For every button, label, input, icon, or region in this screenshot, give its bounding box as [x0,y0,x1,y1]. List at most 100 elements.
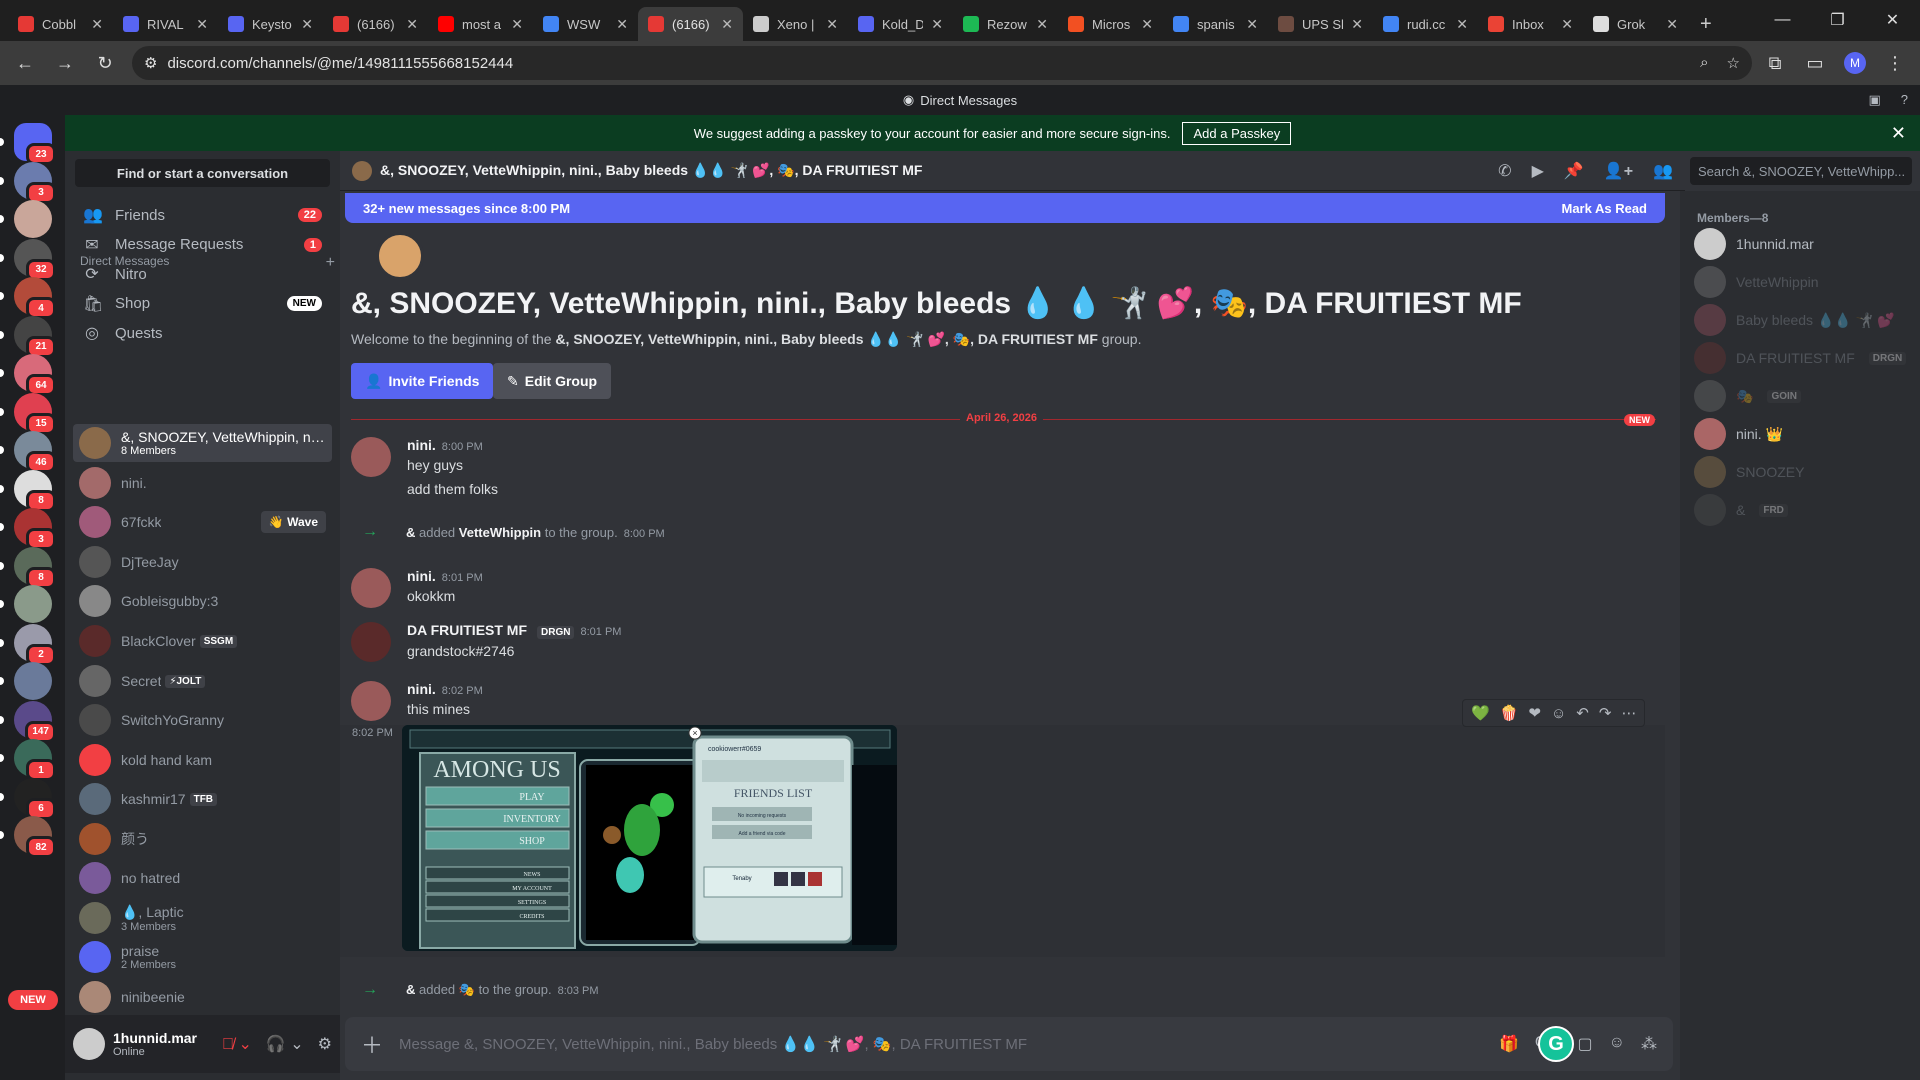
sidebar-item-message-requests[interactable]: ✉ Message Requests 1 [73,231,332,259]
message-author[interactable]: nini. [407,568,436,584]
server-icon[interactable]: 21 [14,315,56,358]
server-icon[interactable]: 3 [14,508,56,550]
browser-tab[interactable]: UPS Sl ✕ [1268,7,1373,41]
add-reaction-icon[interactable]: ☺ [1551,705,1566,722]
tab-close-icon[interactable]: ✕ [1666,16,1678,33]
close-window-icon[interactable]: ✕ [1865,0,1920,40]
dm-item[interactable]: SwitchYoGranny [73,701,332,739]
member-item[interactable]: 1hunnid.mar [1694,228,1814,260]
bookmark-star-icon[interactable]: ☆ [1727,54,1740,72]
close-banner-icon[interactable]: ✕ [1891,123,1906,144]
zoom-icon[interactable]: ⌕ [1700,54,1708,72]
message-input[interactable]: Message &, SNOOZEY, VetteWhippin, nini.,… [399,1035,1027,1053]
find-conversation-button[interactable]: Find or start a conversation [75,159,330,187]
user-name[interactable]: 1hunnid.mar [113,1030,197,1046]
edit-group-button[interactable]: ✎ Edit Group [493,363,612,399]
more-options-icon[interactable]: ⋯ [1621,704,1636,722]
message-author[interactable]: nini. [407,437,436,453]
dm-item[interactable]: no hatred [73,859,332,897]
system-actor[interactable]: & [406,525,415,540]
voice-call-icon[interactable]: ✆ [1498,161,1511,181]
server-icon[interactable]: 64 [14,354,56,396]
add-friends-icon[interactable]: 👤+ [1604,161,1633,181]
invite-friends-button[interactable]: 👤 Invite Friends [351,363,494,399]
system-target[interactable]: 🎭 [459,982,475,997]
address-bar[interactable]: ⚙ discord.com/channels/@me/1498111555668… [132,46,1752,80]
dm-item[interactable]: &, SNOOZEY, VetteWhippin, nini... 8 Membe… [73,424,332,462]
search-input[interactable]: Search &, SNOOZEY, VetteWhipp... [1690,157,1912,185]
server-icon[interactable]: 15 [14,392,56,435]
server-icon[interactable]: 46 [14,431,56,473]
tab-close-icon[interactable]: ✕ [1036,16,1048,33]
wave-button[interactable]: 👋 Wave [260,511,326,533]
browser-tab[interactable]: Micros ✕ [1058,7,1163,41]
tab-close-icon[interactable]: ✕ [1561,16,1573,33]
tab-close-icon[interactable]: ✕ [826,16,838,33]
menu-dots-icon[interactable]: ⋮ [1878,46,1912,80]
dm-item[interactable]: 67fckk 👋 Wave [73,503,332,541]
tab-close-icon[interactable]: ✕ [1246,16,1258,33]
browser-tab[interactable]: spanis ✕ [1163,7,1268,41]
add-passkey-button[interactable]: Add a Passkey [1182,121,1292,145]
server-icon[interactable]: 8 [14,546,56,589]
member-item[interactable]: SNOOZEY [1694,456,1804,488]
browser-tab[interactable]: Kold_D ✕ [848,7,953,41]
back-icon[interactable]: ← [8,46,42,80]
server-icon[interactable]: 82 [14,816,56,858]
gift-icon[interactable]: 🎁 [1499,1034,1519,1054]
member-item[interactable]: 🎭 GOIN [1694,380,1801,412]
server-icon[interactable] [14,662,52,700]
dm-item[interactable]: praise 2 Members [73,938,332,976]
extensions-icon[interactable]: ⧉ [1758,46,1792,80]
server-icon[interactable]: 32 [14,238,56,281]
dm-item[interactable]: Secret ⚡JOLT [73,662,332,700]
browser-tab[interactable]: (6166) ✕ [638,7,743,41]
tab-close-icon[interactable]: ✕ [301,16,313,33]
popcorn-reaction-icon[interactable]: 🍿 [1500,704,1519,722]
dm-item[interactable]: ninibeenie [73,978,332,1016]
server-icon[interactable]: 23 [14,123,56,165]
dm-item[interactable]: kashmir17 TFB [73,780,332,818]
dm-item[interactable]: DjTeeJay [73,543,332,581]
add-attachment-icon[interactable]: ＋ [361,1028,383,1060]
server-icon[interactable]: 3 [14,161,56,204]
tab-close-icon[interactable]: ✕ [1456,16,1468,33]
sidebar-item-friends[interactable]: 👥 Friends 22 [73,201,332,229]
restore-icon[interactable]: ❐ [1810,0,1865,40]
help-icon[interactable]: ? [1901,92,1908,108]
video-call-icon[interactable]: ▶ [1532,161,1544,181]
tab-close-icon[interactable]: ✕ [91,16,103,33]
message-author[interactable]: DA FRUITIEST MF [407,622,527,638]
member-item[interactable]: VetteWhippin [1694,266,1819,298]
browser-tab[interactable]: Xeno | ✕ [743,7,848,41]
mic-muted-icon[interactable]: 🎙̸ ⌄ [222,1034,252,1054]
server-icon[interactable] [14,200,52,238]
inbox-icon[interactable]: ▣ [1868,92,1880,108]
sidebar-item-quests[interactable]: ◎ Quests [73,319,332,347]
message-author[interactable]: nini. [407,681,436,697]
tab-close-icon[interactable]: ✕ [721,16,733,33]
server-icon[interactable]: 8 [14,469,56,512]
minimize-icon[interactable]: — [1755,0,1810,40]
dm-item[interactable]: BlackClover SSGM [73,622,332,660]
author-avatar[interactable] [351,622,391,662]
browser-tab[interactable]: Inbox ✕ [1478,7,1583,41]
browser-tab[interactable]: rudi.cc ✕ [1373,7,1478,41]
member-item[interactable]: & FRD [1694,494,1788,526]
browser-tab[interactable]: RIVAL ✕ [113,7,218,41]
green-heart-reaction-icon[interactable]: 💚 [1471,704,1490,722]
author-avatar[interactable] [351,568,391,608]
browser-tab[interactable]: Rezow ✕ [953,7,1058,41]
tab-close-icon[interactable]: ✕ [406,16,418,33]
reply-icon[interactable]: ↶ [1576,704,1589,722]
tab-close-icon[interactable]: ✕ [931,16,943,33]
browser-tab[interactable]: WSW ✕ [533,7,638,41]
message-composer[interactable]: ＋ Message &, SNOOZEY, VetteWhippin, nini… [345,1017,1673,1071]
system-target[interactable]: VetteWhippin [459,525,541,540]
browser-tab[interactable]: (6166) ✕ [323,7,428,41]
member-list-icon[interactable]: 👥 [1653,161,1673,181]
new-unread-pill[interactable]: NEW [8,990,58,1010]
tab-close-icon[interactable]: ✕ [1141,16,1153,33]
image-attachment[interactable]: AMONG US PLAY INVENTORY SHOP NEWS MY ACCOUNT… [402,725,897,951]
user-avatar[interactable] [73,1028,105,1060]
